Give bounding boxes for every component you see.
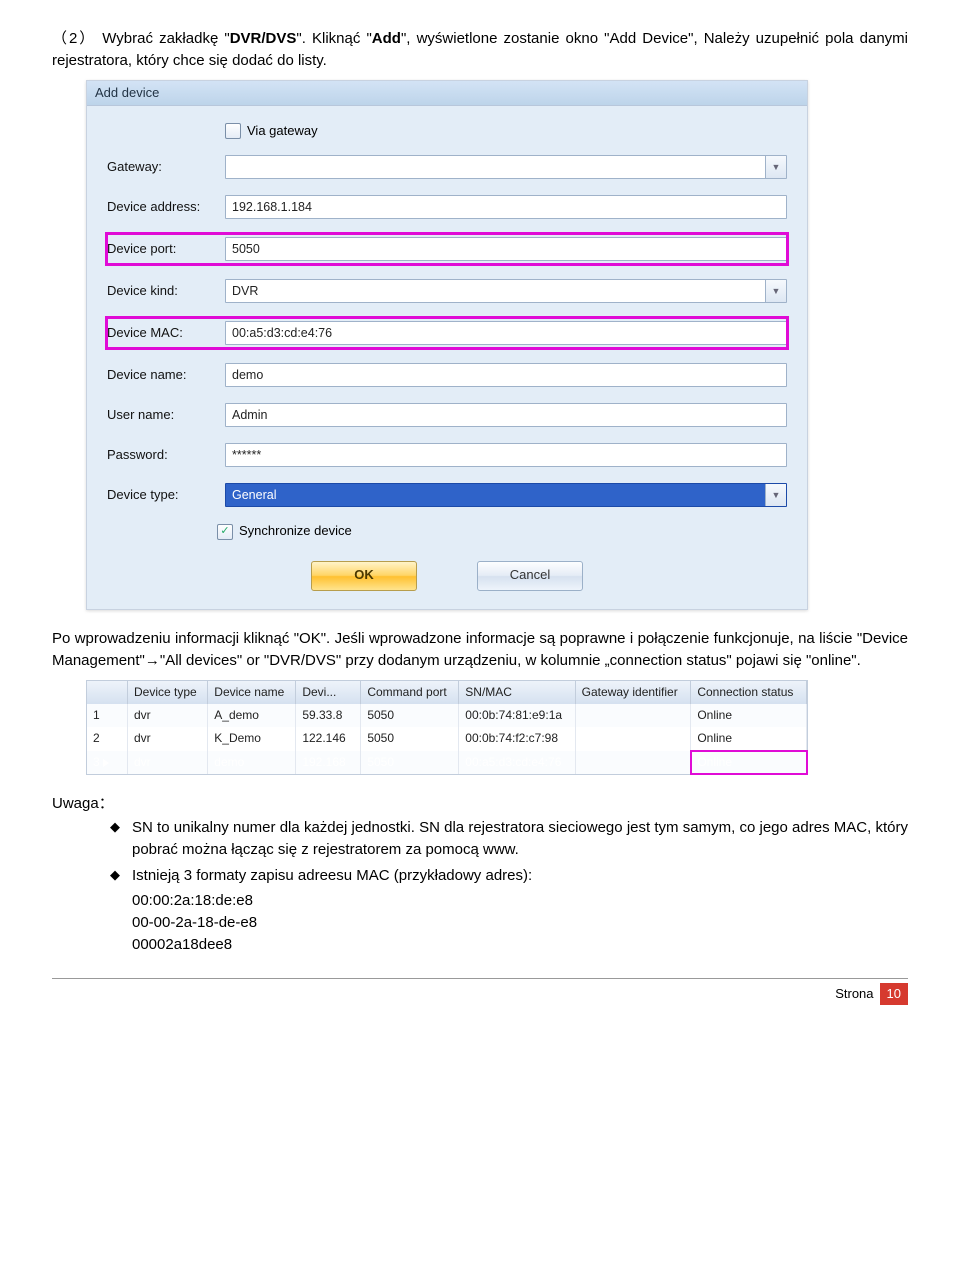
- device-kind-select[interactable]: DVR▼: [225, 279, 787, 303]
- device-port-input[interactable]: 5050: [225, 237, 787, 261]
- mac-example: 00:00:2a:18:de:e8: [52, 890, 908, 912]
- table-row[interactable]: 2 dvr K_Demo 122.146 5050 00:0b:74:f2:c7…: [87, 727, 807, 750]
- device-port-label: Device port:: [107, 240, 215, 259]
- table-row[interactable]: 1 dvr A_demo 59.33.8 5050 00:0b:74:81:e9…: [87, 704, 807, 727]
- device-type-select[interactable]: General▼: [225, 483, 787, 507]
- note-heading: Uwaga：: [52, 793, 908, 815]
- user-name-input[interactable]: Admin: [225, 403, 787, 427]
- list-item: Istnieją 3 formaty zapisu adreesu MAC (p…: [110, 865, 908, 887]
- add-device-dialog: Add device Via gateway Gateway: ▼ Device…: [86, 80, 808, 611]
- synchronize-label: Synchronize device: [239, 522, 352, 541]
- password-label: Password:: [107, 446, 215, 465]
- device-type-label: Device type:: [107, 486, 215, 505]
- paragraph-2: Po wprowadzeniu informacji kliknąć "OK".…: [52, 628, 908, 672]
- gateway-select[interactable]: ▼: [225, 155, 787, 179]
- device-mac-input[interactable]: 00:a5:d3:cd:e4:76: [225, 321, 787, 345]
- table-header-row: Device type Device name Devi... Command …: [87, 681, 807, 704]
- user-name-label: User name:: [107, 406, 215, 425]
- device-mac-label: Device MAC:: [107, 324, 215, 343]
- mac-example: 00-00-2a-18-de-e8: [52, 912, 908, 934]
- device-name-label: Device name:: [107, 366, 215, 385]
- page-footer: Strona10: [52, 978, 908, 1006]
- device-list-table: Device type Device name Devi... Command …: [86, 680, 808, 776]
- device-address-input[interactable]: 192.168.1.184: [225, 195, 787, 219]
- table-row-selected[interactable]: 3 dvr demo 192.168 5050 00:a5:d3:cd:e4:7…: [87, 751, 807, 774]
- device-kind-label: Device kind:: [107, 282, 215, 301]
- ok-button[interactable]: OK: [311, 561, 417, 591]
- cancel-button[interactable]: Cancel: [477, 561, 583, 591]
- dialog-title: Add device: [87, 81, 807, 106]
- synchronize-checkbox[interactable]: ✓: [217, 524, 233, 540]
- chevron-down-icon: ▼: [765, 280, 786, 302]
- chevron-down-icon: ▼: [765, 156, 786, 178]
- triangle-icon: [103, 759, 109, 767]
- via-gateway-label: Via gateway: [247, 122, 318, 141]
- gateway-label: Gateway:: [107, 158, 215, 177]
- via-gateway-checkbox[interactable]: [225, 123, 241, 139]
- page-number: 10: [880, 983, 908, 1006]
- device-address-label: Device address:: [107, 198, 215, 217]
- mac-example: 00002a18dee8: [52, 934, 908, 956]
- password-input[interactable]: ******: [225, 443, 787, 467]
- device-name-input[interactable]: demo: [225, 363, 787, 387]
- intro-paragraph: （2） Wybrać zakładkę "DVR/DVS". Kliknąć "…: [52, 28, 908, 72]
- chevron-down-icon: ▼: [765, 484, 786, 506]
- list-item: SN to unikalny numer dla każdej jednostk…: [110, 817, 908, 861]
